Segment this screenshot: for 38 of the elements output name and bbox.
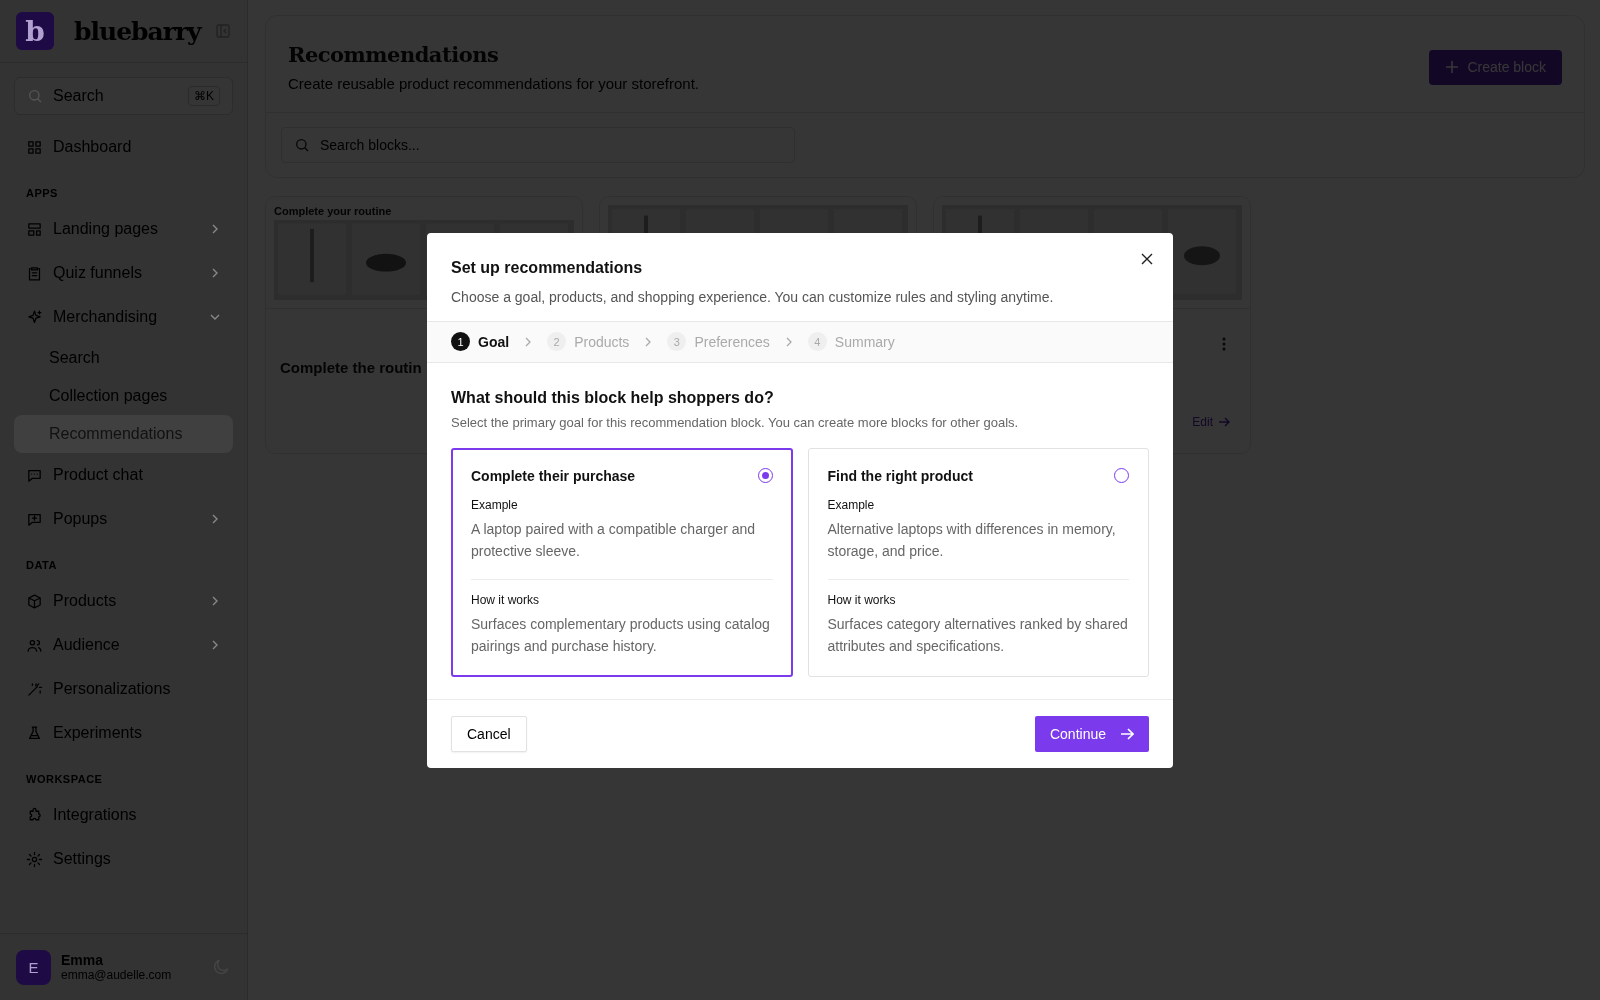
goal-option-card[interactable]: Complete their purchase Example A laptop paired with a compatible charger and protective sleeve. How it works Surfaces complementary products using catalog pairings and purchase history. (451, 447, 793, 677)
example-text: Alternative laptops with differences in memory, storage, and price. (827, 519, 1117, 561)
question-hint: Select the primary goal for this recommendation block. You can create more blocks for other goals. (451, 414, 1020, 430)
how-it-works-text: Surfaces complementary products using catalog pairings and purchase history. (471, 614, 771, 656)
search-icon (294, 137, 310, 153)
option-title: Complete their purchase (471, 467, 636, 484)
how-it-works-text: Surfaces category alternatives ranked by shared attributes and specifications. (827, 614, 1129, 656)
close-icon (1141, 252, 1153, 265)
goal-option-card[interactable]: Find the right product Example Alternative laptops with differences in memory, storage, and price. How it works Surfaces category alternatives ranked by shared attributes and specifications. (807, 447, 1149, 677)
plus-icon (1445, 60, 1460, 74)
step-tab[interactable]: 4 Summary (807, 332, 895, 351)
sparkle-icon (26, 308, 43, 326)
settings-icon (26, 850, 43, 868)
example-text: A laptop paired with a compatible charger and protective sleeve. (471, 519, 757, 561)
question-heading: What should this block help shoppers do? (451, 388, 775, 407)
example-label: Example (471, 497, 519, 512)
step-tab[interactable]: 2 Products (547, 332, 630, 351)
magic-wand-icon (26, 680, 43, 698)
dialog-title: Set up recommendations (451, 258, 644, 277)
dialog-subtitle: Choose a goal, products, and shopping experience. You can customize rules and styling anytime. (451, 288, 1055, 305)
step-tab[interactable]: 1 Goal (451, 332, 510, 351)
clipboard-icon (26, 264, 43, 282)
continue-button[interactable]: Continue (1034, 715, 1149, 752)
avatar: E (16, 949, 51, 985)
cancel-button[interactable]: Cancel (451, 715, 527, 752)
how-it-works-label: How it works (471, 592, 540, 607)
search-icon (27, 88, 43, 104)
flask-icon (26, 724, 43, 742)
step-tab[interactable]: 3 Preferences (667, 332, 770, 351)
logo-icon: b (16, 12, 54, 50)
how-it-works-label: How it works (827, 592, 897, 607)
grid-icon (26, 138, 43, 156)
arrow-right-icon (1120, 726, 1134, 741)
option-title: Find the right product (827, 467, 973, 484)
example-label: Example (827, 497, 876, 512)
box-icon (26, 592, 43, 610)
layout-icon (26, 220, 43, 238)
arrow-right-icon (1218, 416, 1230, 428)
